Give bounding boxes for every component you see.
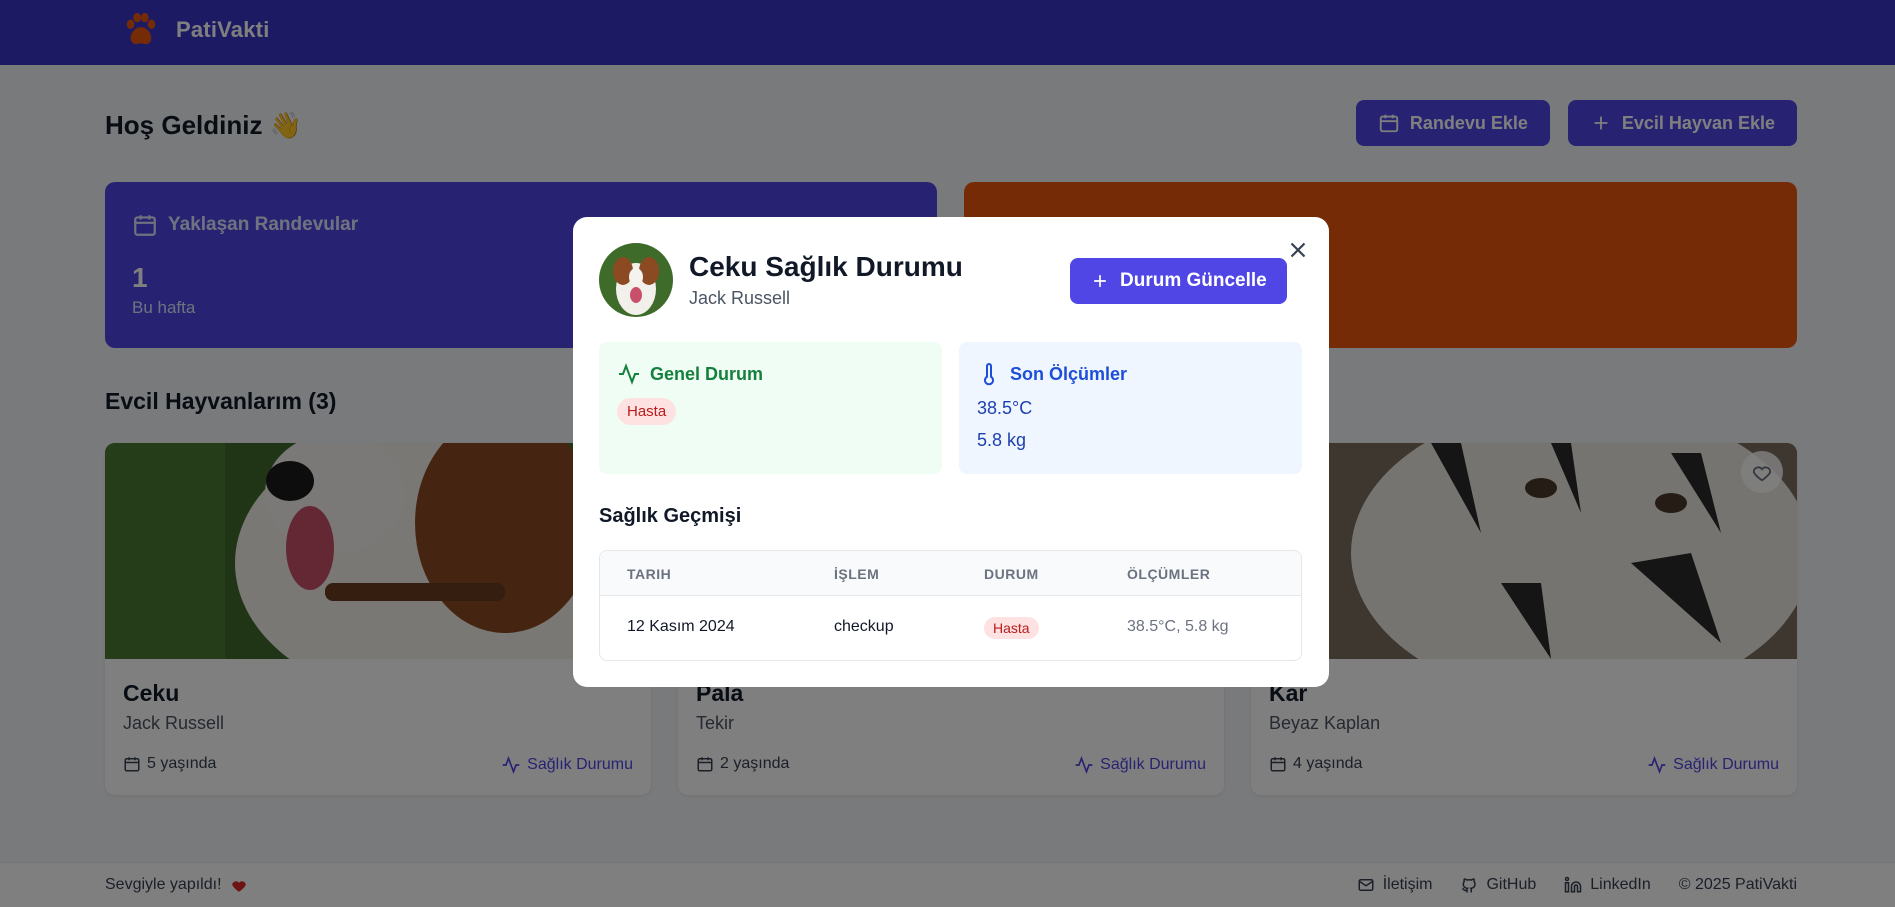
general-status-title: Genel Durum — [617, 362, 763, 386]
thermometer-icon — [984, 363, 994, 386]
general-status-box: Genel Durum Hasta — [599, 342, 942, 474]
column-header-procedure: İŞLEM — [834, 566, 880, 582]
cell-status: Hasta — [984, 617, 1039, 639]
weight-value: 5.8 kg — [977, 430, 1027, 450]
table-header: TARIH İŞLEM DURUM ÖLÇÜMLER — [600, 551, 1301, 596]
status-badge-label: Hasta — [984, 617, 1039, 639]
close-icon[interactable] — [1285, 237, 1311, 263]
status-badge: Hasta — [617, 398, 677, 425]
general-status-label: Genel Durum — [650, 363, 764, 384]
temperature-value: 38.5°C — [977, 398, 1033, 418]
health-status-modal: Ceku Sağlık Durumu Jack Russell Durum Gü… — [573, 217, 1329, 687]
measurements-title: Son Ölçümler — [977, 362, 1127, 386]
cell-measurements: 38.5°C, 5.8 kg — [1127, 618, 1229, 635]
cell-date: 12 Kasım 2024 — [627, 618, 735, 635]
health-history-title: Sağlık Geçmişi — [599, 505, 742, 527]
plus-icon — [1094, 275, 1106, 287]
status-badge-label: Hasta — [617, 398, 677, 425]
health-history-table: TARIH İŞLEM DURUM ÖLÇÜMLER 12 Kasım 2024… — [599, 550, 1302, 661]
pet-avatar — [599, 243, 673, 317]
column-header-status: DURUM — [984, 566, 1039, 582]
measurements-label: Son Ölçümler — [1010, 363, 1128, 384]
column-header-date: TARIH — [627, 566, 672, 582]
activity-icon — [619, 363, 639, 385]
latest-measurements-box: Son Ölçümler 38.5°C 5.8 kg — [959, 342, 1302, 474]
modal-subtitle: Jack Russell — [689, 288, 791, 308]
update-status-button[interactable]: Durum Güncelle — [1070, 258, 1287, 304]
column-header-measurements: ÖLÇÜMLER — [1127, 566, 1211, 582]
cell-procedure: checkup — [834, 618, 894, 635]
update-status-label: Durum Güncelle — [1120, 270, 1267, 291]
modal-title: Ceku Sağlık Durumu — [689, 251, 963, 282]
